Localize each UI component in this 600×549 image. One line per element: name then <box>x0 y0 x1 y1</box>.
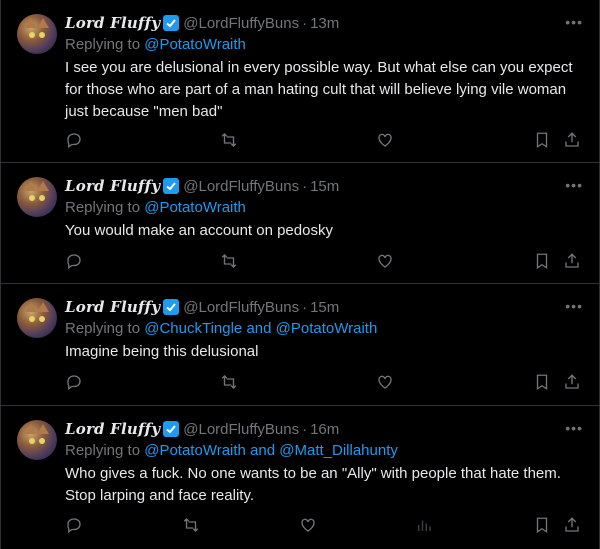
verified-badge-icon <box>163 178 180 194</box>
mention-link[interactable]: @PotatoWraith <box>276 320 378 337</box>
tweet-actions <box>65 252 585 272</box>
mention-link[interactable]: @PotatoWraith <box>144 199 246 216</box>
tweet[interactable]: Lord Fluffy @LordFluffyBuns · 15m ••• Re… <box>1 284 599 406</box>
more-horizontal-icon[interactable]: ••• <box>565 177 583 193</box>
retweet-icon[interactable] <box>220 252 240 272</box>
retweet-icon[interactable] <box>220 373 240 393</box>
timestamp[interactable]: 15m <box>310 178 339 195</box>
replying-to: Replying to @PotatoWraith <box>65 198 583 218</box>
user-handle[interactable]: @LordFluffyBuns <box>183 421 299 438</box>
timestamp[interactable]: 13m <box>310 15 339 32</box>
replying-to: Replying to @PotatoWraith <box>65 35 583 55</box>
avatar[interactable] <box>17 14 57 54</box>
reply-icon[interactable] <box>65 252 85 272</box>
like-icon[interactable] <box>376 373 396 393</box>
verified-badge-icon <box>163 15 180 31</box>
share-icon[interactable] <box>563 252 583 272</box>
tweet[interactable]: Lord Fluffy @LordFluffyBuns · 16m ••• Re… <box>1 406 599 549</box>
tweet-actions <box>65 131 585 151</box>
mention-link[interactable]: @Matt_Dillahunty <box>279 442 398 459</box>
replying-to-label: Replying to <box>65 36 141 53</box>
mention-link[interactable]: @ChuckTingle <box>144 320 242 337</box>
analytics-icon[interactable] <box>415 516 435 536</box>
retweet-icon[interactable] <box>220 131 240 151</box>
bookmark-icon[interactable] <box>533 373 553 393</box>
tweet-text: Imagine being this delusional <box>65 343 259 360</box>
user-handle[interactable]: @LordFluffyBuns <box>183 299 299 316</box>
tweet-text: Who gives a fuck. No one wants to be an … <box>65 465 561 504</box>
reply-feed: Lord Fluffy @LordFluffyBuns · 13m ••• Re… <box>0 0 600 549</box>
replying-to-label: Replying to <box>65 320 141 337</box>
separator-dot: · <box>302 420 308 438</box>
replying-to-label: Replying to <box>65 199 141 216</box>
share-icon[interactable] <box>563 131 583 151</box>
separator-dot: · <box>302 298 308 316</box>
more-horizontal-icon[interactable]: ••• <box>565 14 583 30</box>
user-handle[interactable]: @LordFluffyBuns <box>183 15 299 32</box>
verified-badge-icon <box>163 421 180 437</box>
share-icon[interactable] <box>563 373 583 393</box>
display-name[interactable]: Lord Fluffy <box>65 14 160 32</box>
avatar[interactable] <box>17 177 57 217</box>
display-name[interactable]: Lord Fluffy <box>65 298 160 316</box>
tweet[interactable]: Lord Fluffy @LordFluffyBuns · 15m ••• Re… <box>1 163 599 284</box>
like-icon[interactable] <box>299 516 319 536</box>
reply-icon[interactable] <box>65 131 85 151</box>
bookmark-icon[interactable] <box>533 252 553 272</box>
retweet-icon[interactable] <box>182 516 202 536</box>
reply-icon[interactable] <box>65 373 85 393</box>
more-horizontal-icon[interactable]: ••• <box>565 298 583 314</box>
replying-to: Replying to @PotatoWraith and @Matt_Dill… <box>65 441 583 461</box>
mention-link[interactable]: @PotatoWraith <box>144 36 246 53</box>
tweet[interactable]: Lord Fluffy @LordFluffyBuns · 13m ••• Re… <box>1 0 599 163</box>
like-icon[interactable] <box>376 131 396 151</box>
display-name[interactable]: Lord Fluffy <box>65 177 160 195</box>
user-handle[interactable]: @LordFluffyBuns <box>183 178 299 195</box>
separator-dot: · <box>302 177 308 195</box>
and-conjunction: and <box>246 320 272 337</box>
separator-dot: · <box>302 14 308 32</box>
more-horizontal-icon[interactable]: ••• <box>565 420 583 436</box>
like-icon[interactable] <box>376 252 396 272</box>
reply-icon[interactable] <box>65 516 85 536</box>
avatar[interactable] <box>17 298 57 338</box>
verified-badge-icon <box>163 299 180 315</box>
mention-link[interactable]: @PotatoWraith <box>144 442 246 459</box>
avatar[interactable] <box>17 420 57 460</box>
replying-to: Replying to @ChuckTingle and @PotatoWrai… <box>65 319 583 339</box>
timestamp[interactable]: 15m <box>310 299 339 316</box>
tweet-text: I see you are delusional in every possib… <box>65 59 573 120</box>
tweet-actions <box>65 373 585 393</box>
replying-to-label: Replying to <box>65 442 141 459</box>
bookmark-icon[interactable] <box>533 516 553 536</box>
tweet-actions <box>65 516 585 536</box>
display-name[interactable]: Lord Fluffy <box>65 420 160 438</box>
bookmark-icon[interactable] <box>533 131 553 151</box>
and-conjunction: and <box>250 442 276 459</box>
tweet-text: You would make an account on pedosky <box>65 222 333 239</box>
timestamp[interactable]: 16m <box>310 421 339 438</box>
share-icon[interactable] <box>563 516 583 536</box>
